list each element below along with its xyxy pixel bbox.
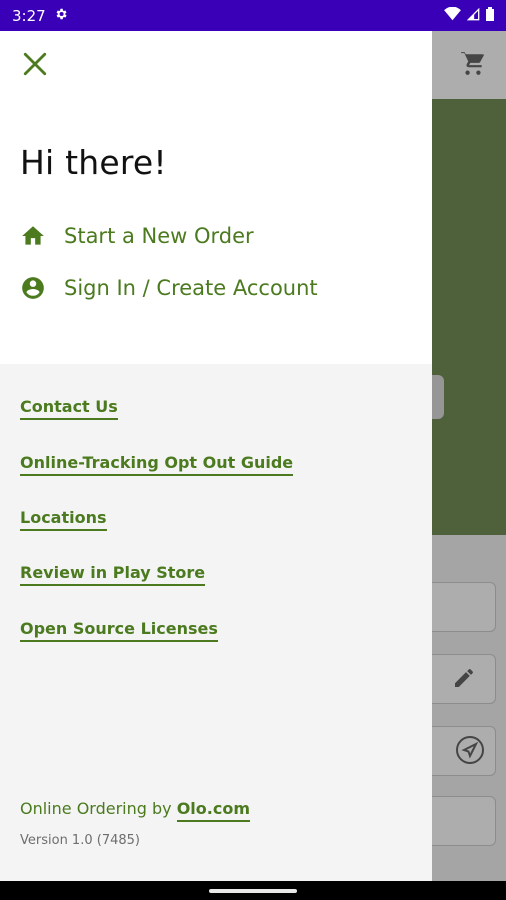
sign-in-create-account-item[interactable]: Sign In / Create Account [20, 275, 318, 301]
sign-in-create-account-label: Sign In / Create Account [64, 276, 318, 300]
status-time: 3:27 [12, 6, 46, 25]
online-tracking-opt-out-link[interactable]: Online-Tracking Opt Out Guide [20, 453, 294, 476]
greeting-title: Hi there! [20, 143, 167, 182]
online-ordering-credit: Online Ordering by Olo.com [20, 799, 251, 822]
account-circle-icon [20, 275, 46, 301]
olo-link[interactable]: Olo.com [176, 799, 251, 822]
home-icon [20, 223, 46, 249]
app-version: Version 1.0 (7485) [20, 833, 140, 848]
settings-gear-icon [54, 7, 68, 25]
open-source-licenses-link[interactable]: Open Source Licenses [20, 619, 218, 642]
drawer-header [0, 31, 432, 364]
battery-icon [486, 6, 494, 25]
contact-us-link[interactable]: Contact Us [20, 397, 118, 420]
start-new-order-item[interactable]: Start a New Order [20, 223, 254, 249]
start-new-order-label: Start a New Order [64, 224, 254, 248]
locations-link[interactable]: Locations [20, 508, 107, 531]
gesture-handle[interactable] [209, 889, 297, 893]
status-bar: 3:27 [0, 0, 506, 31]
wifi-icon [444, 6, 461, 25]
close-icon [22, 51, 48, 82]
review-play-store-link[interactable]: Review in Play Store [20, 563, 206, 586]
cell-signal-icon [466, 7, 480, 25]
navigation-drawer: Hi there! Start a New Order Sign In / Cr… [0, 31, 432, 881]
close-drawer-button[interactable] [18, 49, 52, 83]
online-ordering-prefix: Online Ordering by [20, 799, 177, 818]
